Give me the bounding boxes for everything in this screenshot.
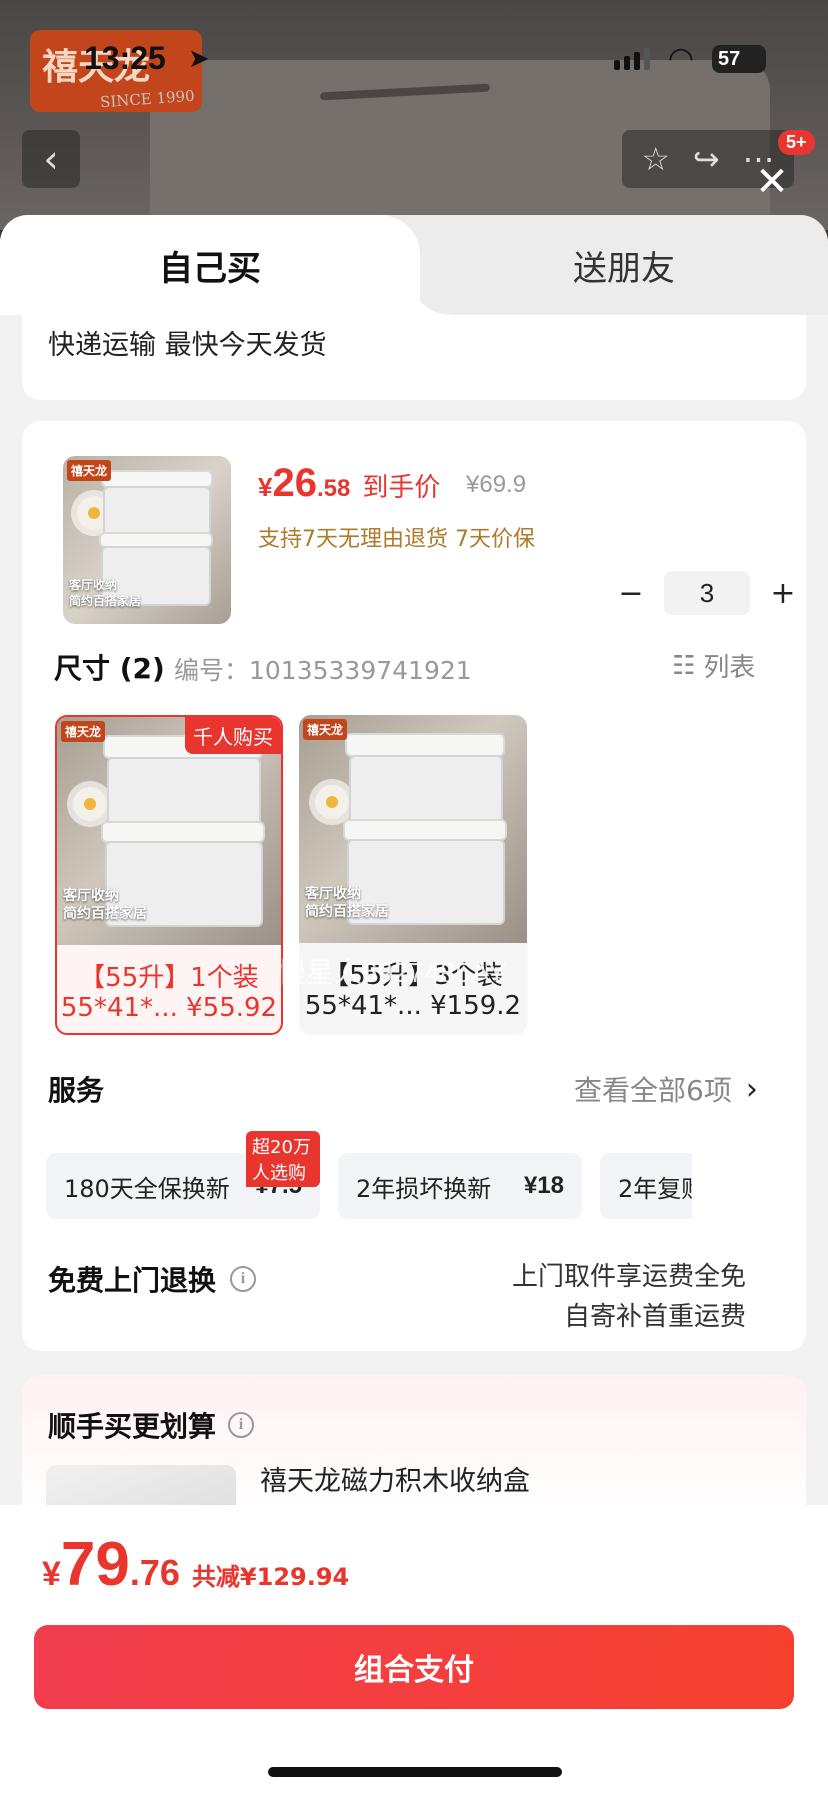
services-strip: 180天全保换新 ¥7.5 超20万人选购 2年损坏换新 ¥18 2年复购 <box>46 1131 786 1223</box>
service-option-3[interactable]: 2年复购 <box>600 1153 692 1219</box>
sku-caption-1: 客厅收纳 <box>63 888 119 904</box>
close-icon[interactable]: ✕ <box>752 162 792 202</box>
tab-buy-self[interactable]: 自己买 <box>0 215 450 315</box>
shipping-text: 快递运输 最快今天发货 <box>48 330 327 361</box>
cart-badge: 5+ <box>778 130 815 155</box>
list-view-toggle[interactable]: ☷ 列表 <box>672 647 755 684</box>
share-icon[interactable]: ↪ <box>693 140 720 178</box>
box-upper <box>349 755 503 825</box>
tab-bar: 自己买 送朋友 <box>0 215 828 315</box>
quantity-value[interactable]: 3 <box>664 571 750 615</box>
popular-badge: 千人购买 <box>185 717 281 754</box>
sku-caption-2: 简约百搭家居 <box>305 904 389 920</box>
thumb-brand: 禧天龙 <box>67 460 112 481</box>
sku-image: 禧天龙 客厅收纳 简约百搭家居 <box>299 715 527 943</box>
services-title: 服务 <box>48 1074 105 1107</box>
box-lid-lower <box>343 819 507 841</box>
product-config-card: 禧天龙 客厅收纳 简约百搭家居 ¥ 26 .58 到手价 ¥69.9 支持7天无… <box>22 421 806 1351</box>
status-icons: ◠ 57 <box>613 41 766 76</box>
quantity-stepper: − 3 + <box>616 571 798 615</box>
product-thumbnail[interactable]: 禧天龙 客厅收纳 简约百搭家居 <box>63 456 231 624</box>
info-icon[interactable]: i <box>228 1412 255 1438</box>
service-option-2[interactable]: 2年损坏换新 ¥18 <box>338 1153 582 1219</box>
free-return-desc: 上门取件享运费全免 自寄补首重运费 <box>511 1262 746 1332</box>
thumb-caption-2: 简约百搭家居 <box>69 594 142 608</box>
box-upper <box>103 486 211 536</box>
checkout-bar: ¥ 79 .76 共减¥129.94 组合支付 <box>0 1505 828 1796</box>
size-title: 尺寸 (2) <box>54 652 165 685</box>
product-price: ¥ 26 .58 到手价 <box>258 461 441 505</box>
combo-title: 顺手买更划算 i <box>48 1405 255 1445</box>
wifi-icon: ◠ <box>667 41 694 76</box>
shipping-card: 快递运输 最快今天发货 <box>22 315 806 400</box>
box-lid-lower <box>101 821 265 843</box>
guarantee-text: 支持7天无理由退货 7天价保 <box>258 527 535 552</box>
thumb-caption-1: 客厅收纳 <box>69 578 118 592</box>
sku-option-1[interactable]: 禧天龙 客厅收纳 简约百搭家居 千人购买 【55升】1个装 55*41*... … <box>55 715 283 1035</box>
box-lid-top <box>345 733 505 757</box>
decrease-button[interactable]: − <box>616 576 646 611</box>
user-watermark: 慢星人6927485AY <box>278 957 507 988</box>
total-price: ¥ 79 .76 共减¥129.94 <box>42 1530 350 1599</box>
chevron-right-icon: › <box>745 1071 758 1107</box>
sku-brand: 禧天龙 <box>303 719 348 740</box>
combo-item-name[interactable]: 禧天龙磁力积木收纳盒 <box>260 1459 530 1498</box>
original-price: ¥69.9 <box>466 471 527 498</box>
view-all-services[interactable]: 查看全部6项 › <box>574 1069 758 1109</box>
sku-name: 【55升】1个装 <box>79 963 259 993</box>
location-arrow-icon: ➤ <box>188 44 210 74</box>
increase-button[interactable]: + <box>768 576 798 611</box>
service-option-1[interactable]: 180天全保换新 ¥7.5 超20万人选购 <box>46 1131 320 1219</box>
info-icon[interactable]: i <box>230 1266 257 1292</box>
savings-text: 共减¥129.94 <box>191 1563 350 1591</box>
list-icon: ☷ <box>672 650 696 681</box>
flower-decor <box>73 787 107 821</box>
sku-brand: 禧天龙 <box>61 721 106 742</box>
status-time: 13:25 <box>84 40 166 76</box>
box-upper <box>107 757 261 827</box>
battery-icon: 57 <box>712 45 766 73</box>
sku-caption-1: 客厅收纳 <box>305 886 361 902</box>
free-return-title: 免费上门退换 i <box>48 1259 257 1299</box>
sku-price: 55*41*... ¥159.2 <box>304 991 522 1021</box>
combined-pay-button[interactable]: 组合支付 <box>34 1625 794 1709</box>
home-indicator[interactable] <box>268 1767 562 1777</box>
product-page-background: 禧天龙 SINCE 1990 <box>0 0 828 230</box>
chevron-left-icon: ‹ <box>43 137 59 181</box>
product-code: 编号：10135339741921 <box>174 656 472 685</box>
star-icon[interactable]: ☆ <box>641 140 670 178</box>
hot-badge: 超20万人选购 <box>246 1131 320 1187</box>
tab-gift-friend[interactable]: 送朋友 <box>420 215 828 315</box>
cellular-signal-icon <box>613 48 650 70</box>
flower-decor <box>315 785 349 819</box>
sku-caption-2: 简约百搭家居 <box>63 906 147 922</box>
sku-price: 55*41*... ¥55.92 <box>60 993 278 1023</box>
back-button[interactable]: ‹ <box>22 130 80 188</box>
